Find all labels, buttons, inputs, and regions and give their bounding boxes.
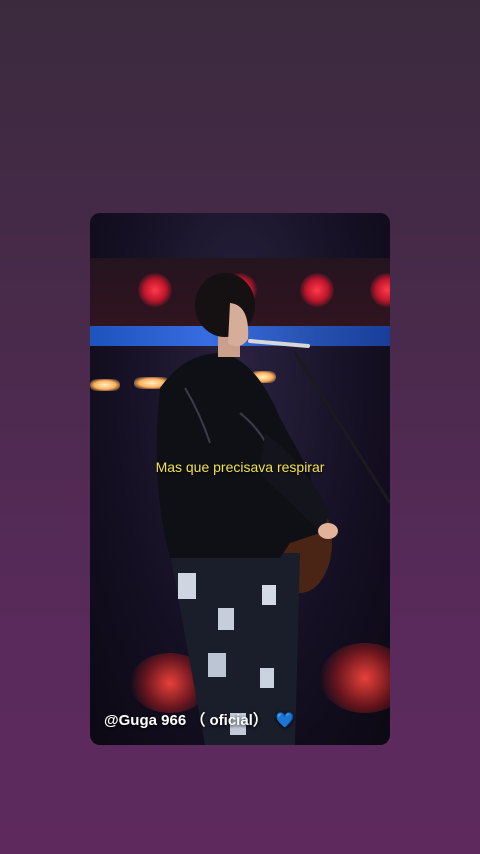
singer-photo bbox=[156, 273, 390, 745]
blue-heart-icon: 💙 bbox=[275, 712, 295, 729]
credit-label: @Guga 966 （ oficial） 💙 bbox=[104, 709, 295, 730]
lyric-caption: Mas que precisava respirar bbox=[155, 459, 325, 475]
story-video-frame[interactable]: Mas que precisava respirar @Guga 966 （ o… bbox=[90, 213, 390, 745]
credit-text: @Guga 966 （ oficial） bbox=[104, 712, 268, 729]
